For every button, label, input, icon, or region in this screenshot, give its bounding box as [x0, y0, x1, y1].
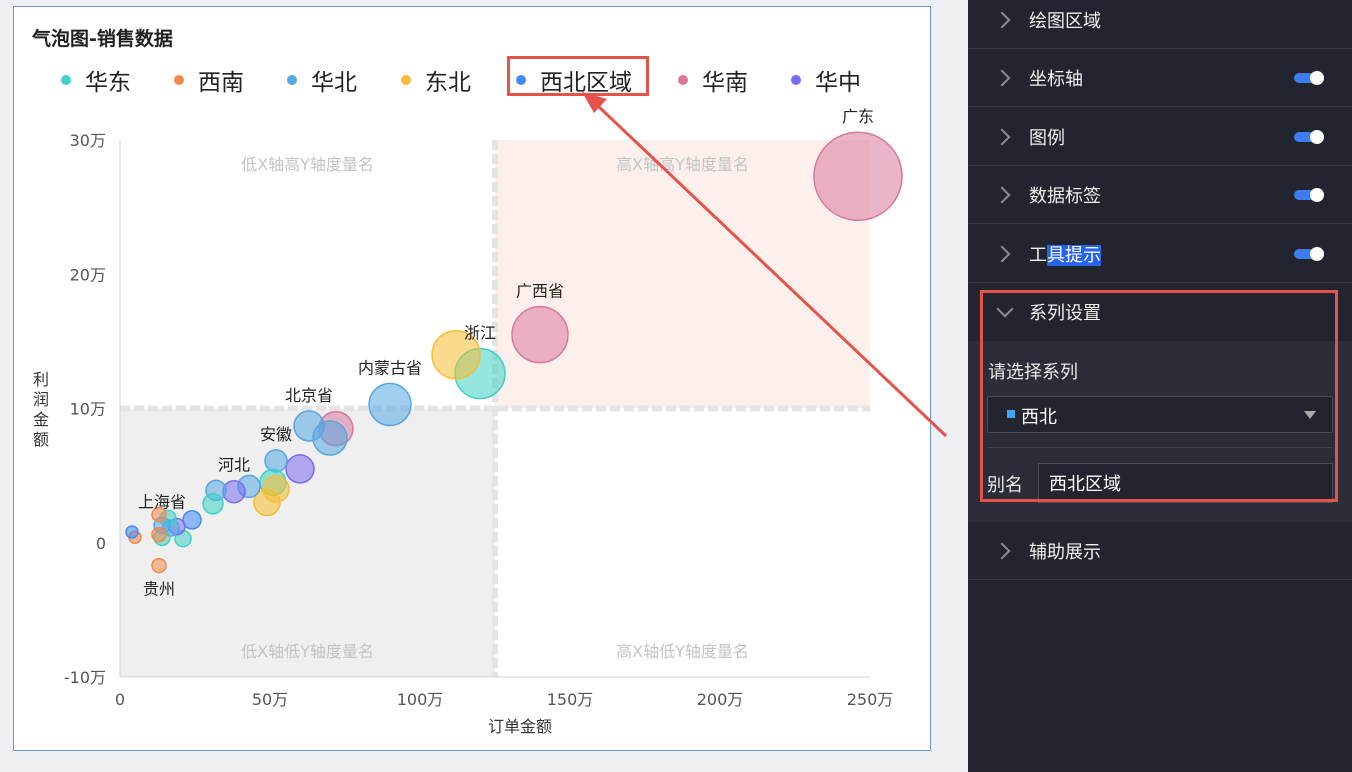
bubble[interactable]	[511, 305, 569, 364]
y-axis-title-char: 润	[33, 390, 49, 409]
bubble[interactable]	[285, 454, 315, 484]
bubble-label: 浙江	[464, 324, 496, 343]
quadrant-label-bottom-right: 高X轴低Y轴度量名	[616, 642, 749, 661]
panel-row-label: 坐标轴	[1029, 68, 1083, 90]
bubble-label: 河北	[218, 456, 250, 475]
x-tick-label: 250万	[847, 690, 894, 709]
panel-row-label: 辅助展示	[1029, 541, 1101, 563]
chart-card: 气泡图-销售数据 华东 西南 华北 东北 西北区域 华南 华中 低X轴高Y轴度量…	[13, 6, 931, 751]
panel-row-label: 工具提示	[1029, 241, 1101, 267]
chevron-right-icon	[993, 186, 1011, 203]
axis-toggle[interactable]	[1294, 70, 1324, 85]
chevron-right-icon	[993, 128, 1011, 145]
x-tick-label: 200万	[697, 690, 744, 709]
bubble-label: 安徽	[260, 425, 292, 444]
bubble-label: 上海省	[138, 492, 186, 511]
quadrant-label-top-left: 低X轴高Y轴度量名	[241, 155, 374, 174]
bubble[interactable]	[264, 449, 288, 473]
panel-row-data-labels[interactable]: 数据标签	[968, 166, 1352, 224]
legend-toggle[interactable]	[1294, 129, 1324, 144]
bubble[interactable]	[151, 557, 167, 574]
y-axis-title-char: 利	[33, 370, 49, 389]
y-tick-label: 20万	[70, 265, 106, 284]
chevron-right-icon	[993, 69, 1011, 86]
y-axis-title-char: 金	[33, 410, 49, 429]
bubble[interactable]	[202, 493, 224, 515]
y-tick-label: 30万	[70, 131, 106, 150]
bubble[interactable]	[151, 526, 167, 543]
chevron-right-icon	[993, 245, 1011, 262]
x-tick-label: 100万	[397, 690, 444, 709]
bubble[interactable]	[125, 525, 139, 539]
bubble[interactable]	[813, 131, 903, 221]
x-tick-label: 50万	[252, 690, 288, 709]
y-axis-ticks: -10万 0 10万 20万 30万	[64, 131, 106, 687]
y-axis-title: 利润金额	[33, 370, 49, 449]
chevron-right-icon	[993, 11, 1011, 28]
quadrant-label-top-right: 高X轴高Y轴度量名	[616, 155, 749, 174]
tooltip-toggle[interactable]	[1294, 246, 1324, 261]
series-settings-highlight-box	[980, 290, 1338, 502]
bubble-label: 北京省	[285, 386, 333, 405]
panel-row-plot-area[interactable]: 绘图区域	[968, 0, 1352, 49]
tooltip-label-selected-text: 具提示	[1047, 244, 1101, 266]
panel-row-label: 图例	[1029, 127, 1065, 149]
panel-row-auxiliary[interactable]: 辅助展示	[968, 522, 1352, 580]
x-tick-label: 0	[115, 690, 125, 709]
bubble-label: 贵州	[143, 580, 175, 599]
y-tick-label: 0	[96, 534, 106, 553]
y-axis-title-char: 额	[33, 430, 49, 449]
chevron-right-icon	[993, 542, 1011, 559]
x-axis-title: 订单金额	[488, 717, 552, 736]
bubble-label: 内蒙古省	[358, 358, 422, 377]
panel-row-label: 绘图区域	[1029, 10, 1101, 32]
bubble-plot: 低X轴高Y轴度量名 高X轴高Y轴度量名 低X轴低Y轴度量名 高X轴低Y轴度量名 …	[33, 107, 903, 736]
panel-row-legend[interactable]: 图例	[968, 108, 1352, 166]
y-tick-label: 10万	[70, 400, 106, 419]
x-tick-label: 150万	[547, 690, 594, 709]
panel-row-label: 数据标签	[1029, 185, 1101, 207]
bubble-label: 广西省	[516, 282, 564, 301]
bubble[interactable]	[368, 382, 412, 427]
panel-row-tooltip[interactable]: 工具提示	[968, 225, 1352, 283]
bubble[interactable]	[293, 410, 325, 442]
quadrant-label-bottom-left: 低X轴低Y轴度量名	[241, 642, 374, 661]
tooltip-label-start: 工	[1029, 244, 1047, 266]
panel-row-axis[interactable]: 坐标轴	[968, 49, 1352, 107]
bubble-label: 广东	[842, 107, 874, 126]
data-labels-toggle[interactable]	[1294, 187, 1324, 202]
y-tick-label: -10万	[64, 668, 106, 687]
x-axis-ticks: 0 50万 100万 150万 200万 250万	[115, 690, 893, 709]
